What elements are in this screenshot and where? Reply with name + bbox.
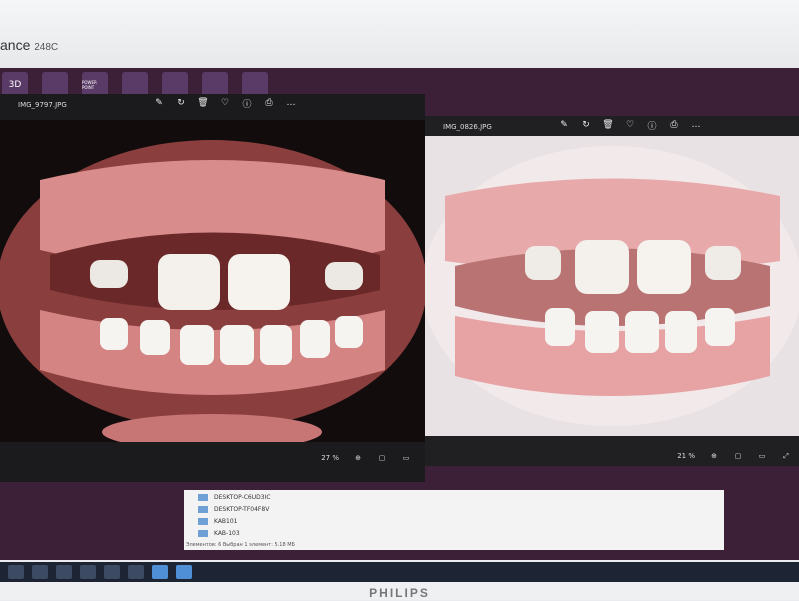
viewer-statusbar: 21 % ⊕ ▢ ▭ ⤢ (425, 446, 799, 466)
computer-icon (198, 518, 208, 525)
computer-icon (198, 530, 208, 537)
file-explorer-panel[interactable]: DESKTOP-C6UD3IC DESKTOP-TF04F8V KAB101 K… (184, 490, 724, 550)
monitor-bezel-top (0, 0, 799, 70)
viewer-statusbar: 27 % ⊕ ▢ ▭ (0, 448, 425, 468)
taskbar (0, 562, 799, 582)
explorer-status: Элементов: 6 Выбран 1 элемент: 5.18 МБ (186, 542, 295, 548)
start-icon[interactable] (8, 565, 24, 579)
delete-icon[interactable]: 🗑 (197, 98, 208, 108)
dental-photo-right (425, 136, 799, 436)
computer-icon (198, 506, 208, 513)
more-icon[interactable]: … (286, 98, 296, 108)
viewer-title: IMG_9797.JPG (18, 101, 67, 109)
list-item[interactable]: DESKTOP-TF04F8V (198, 506, 269, 513)
search-icon[interactable] (32, 565, 48, 579)
app-icon[interactable] (104, 565, 120, 579)
print-icon[interactable]: ⎙ (264, 98, 274, 108)
monitor-brand: PHILIPS (369, 586, 430, 600)
print-icon[interactable]: ⎙ (669, 120, 679, 130)
computer-icon (198, 494, 208, 501)
photo-viewer-right[interactable]: IMG_0826.JPG ✎ ↻ 🗑 ♡ ⓘ ⎙ … 21 % ⊕ ▢ ▭ ⤢ (425, 116, 799, 466)
viewer-title: IMG_0826.JPG (443, 123, 492, 131)
fullscreen-icon[interactable]: ▭ (401, 453, 411, 463)
edit-icon[interactable]: ✎ (559, 120, 569, 130)
fit-icon[interactable]: ▢ (733, 451, 743, 461)
rotate-icon[interactable]: ↻ (581, 120, 591, 130)
info-icon[interactable]: ⓘ (647, 120, 657, 132)
zoom-in-icon[interactable]: ⊕ (353, 453, 363, 463)
paint-icon[interactable] (176, 565, 192, 579)
photo-viewer-left[interactable]: IMG_9797.JPG ✎ ↻ 🗑 ♡ ⓘ ⎙ … 27 % ⊕ ▢ ▭ (0, 94, 425, 482)
viewer-toolbar: ✎ ↻ 🗑 ♡ ⓘ ⎙ … (559, 120, 701, 132)
zoom-level: 21 % (677, 452, 695, 460)
dental-photo-left (0, 120, 425, 442)
monitor-model-label: ance 248C (0, 37, 59, 53)
settings-icon[interactable] (128, 565, 144, 579)
edit-icon[interactable]: ✎ (154, 98, 164, 108)
rotate-icon[interactable]: ↻ (176, 98, 186, 108)
favorite-icon[interactable]: ♡ (625, 120, 635, 130)
more-icon[interactable]: … (691, 120, 701, 130)
photos-icon[interactable] (152, 565, 168, 579)
fit-icon[interactable]: ▢ (377, 453, 387, 463)
list-item[interactable]: KAB101 (198, 518, 238, 525)
screen: 3D POWER POINT IMG_9797.JPG ✎ ↻ 🗑 ♡ ⓘ ⎙ … (0, 68, 799, 560)
explorer-icon[interactable] (80, 565, 96, 579)
info-icon[interactable]: ⓘ (242, 98, 252, 110)
zoom-in-icon[interactable]: ⊕ (709, 451, 719, 461)
viewer-toolbar: ✎ ↻ 🗑 ♡ ⓘ ⎙ … (154, 98, 296, 110)
fullscreen-icon[interactable]: ▭ (757, 451, 767, 461)
edge-icon[interactable] (56, 565, 72, 579)
monitor-bezel-bottom: PHILIPS (0, 582, 799, 600)
list-item[interactable]: DESKTOP-C6UD3IC (198, 494, 271, 501)
expand-icon[interactable]: ⤢ (781, 451, 791, 461)
zoom-level: 27 % (321, 454, 339, 462)
list-item[interactable]: KAB-103 (198, 530, 240, 537)
delete-icon[interactable]: 🗑 (602, 120, 613, 130)
favorite-icon[interactable]: ♡ (220, 98, 230, 108)
